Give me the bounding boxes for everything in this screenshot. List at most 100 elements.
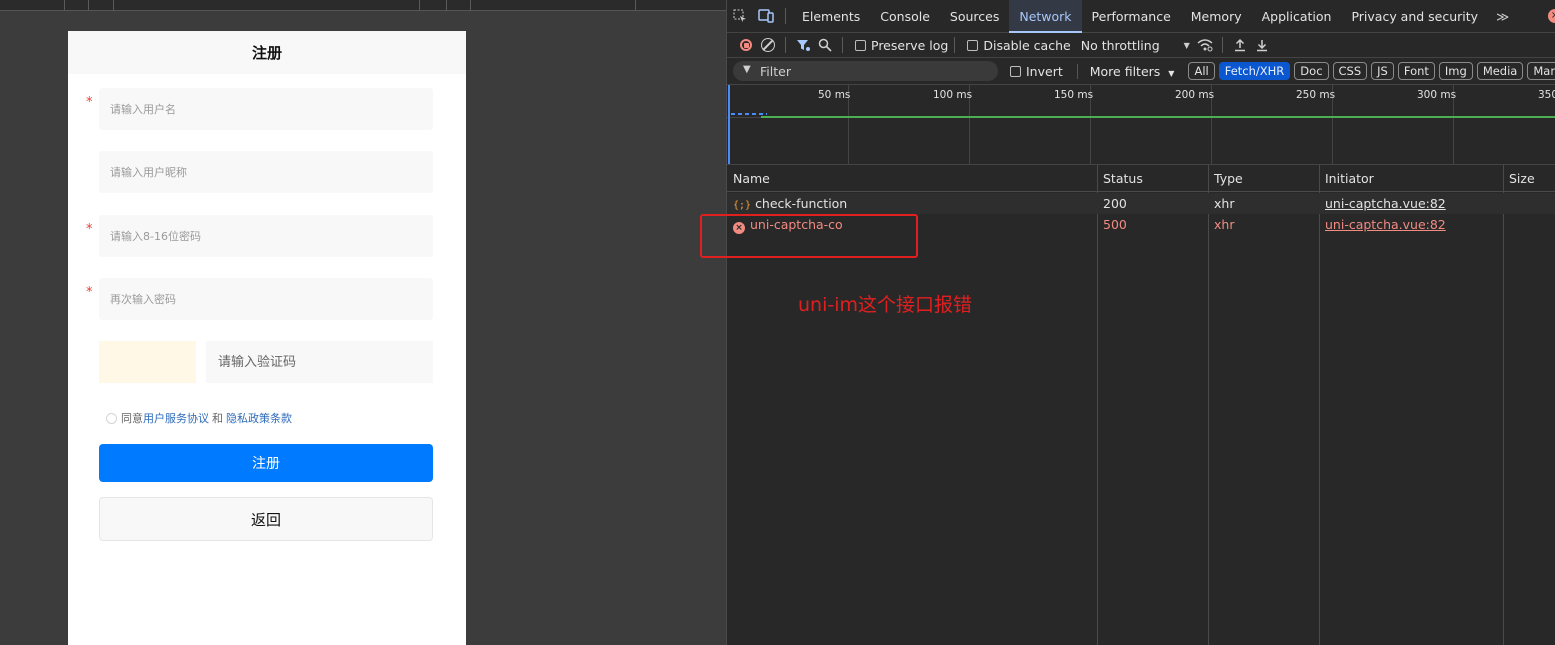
chip-fetch-xhr[interactable]: Fetch/XHR	[1218, 62, 1291, 80]
column-initiator[interactable]: Initiator	[1319, 165, 1374, 192]
terms-link[interactable]: 用户服务协议	[143, 410, 209, 426]
timeline-tick: 150 ms	[1054, 89, 1094, 101]
nickname-field[interactable]	[99, 151, 433, 193]
agree-separator: 和	[212, 412, 223, 425]
request-type: xhr	[1214, 217, 1235, 232]
tab-console[interactable]: Console	[870, 0, 940, 33]
captcha-field[interactable]	[206, 341, 433, 383]
chevron-down-icon: ▼	[1183, 40, 1190, 50]
tab-separator	[785, 8, 786, 24]
chip-img[interactable]: Img	[1438, 62, 1473, 80]
username-input[interactable]	[99, 88, 433, 130]
filter-funnel-icon[interactable]	[792, 38, 814, 52]
timeline-tick: 300 ms	[1417, 89, 1457, 101]
captcha-image[interactable]	[99, 341, 196, 383]
filter-box[interactable]: ▼	[733, 61, 998, 81]
more-filters-dropdown[interactable]: More filters ▼	[1076, 63, 1175, 79]
required-mark-confirm: *	[86, 285, 93, 300]
toolbar-separator	[1221, 37, 1223, 53]
timeline-tick: 50 ms	[818, 89, 851, 101]
chip-media[interactable]: Media	[1476, 62, 1524, 80]
stop-recording-icon[interactable]	[735, 39, 757, 51]
column-status[interactable]: Status	[1097, 165, 1143, 192]
export-har-icon[interactable]	[1251, 38, 1273, 52]
clear-icon[interactable]	[757, 38, 779, 52]
column-divider[interactable]	[1097, 165, 1098, 645]
register-button[interactable]: 注册	[99, 444, 433, 482]
request-type: xhr	[1214, 196, 1235, 211]
mobile-preview: 注册 * * * 同意 用户服务协议 和 隐私政策条款 注册 返回	[68, 31, 466, 645]
throttling-select[interactable]: No throttling ▼	[1081, 38, 1190, 53]
column-divider[interactable]	[1503, 165, 1504, 645]
preserve-log-box[interactable]	[855, 39, 866, 51]
timeline-tick: 200 ms	[1175, 89, 1215, 101]
confirm-password-field[interactable]	[99, 278, 433, 320]
tab-application[interactable]: Application	[1252, 0, 1342, 33]
toolbar-separator	[785, 37, 786, 53]
tab-elements[interactable]: Elements	[792, 0, 870, 33]
invert-checkbox[interactable]: Invert	[1010, 64, 1063, 79]
timeline-overview[interactable]: 50 ms 100 ms 150 ms 200 ms 250 ms 300 ms…	[727, 85, 1555, 165]
filter-icon: ▼	[743, 64, 751, 75]
chip-js[interactable]: JS	[1371, 62, 1394, 80]
request-name: {;} check-function	[727, 193, 847, 214]
import-har-icon[interactable]	[1229, 38, 1251, 52]
preserve-log-checkbox[interactable]: Preserve log	[855, 38, 948, 53]
column-divider[interactable]	[1319, 165, 1320, 645]
inspect-element-icon[interactable]	[727, 0, 753, 33]
request-initiator-link[interactable]: uni-captcha.vue:82	[1319, 193, 1446, 214]
privacy-link[interactable]: 隐私政策条款	[226, 410, 292, 426]
chip-font[interactable]: Font	[1397, 62, 1435, 80]
confirm-password-input[interactable]	[99, 278, 433, 320]
screen: 注册 * * * 同意 用户服务协议 和 隐私政策条款 注册 返回	[0, 0, 1555, 645]
tab-privacy-security[interactable]: Privacy and security	[1341, 0, 1488, 33]
network-conditions-icon[interactable]	[1194, 38, 1216, 52]
timeline-tick: 250 ms	[1296, 89, 1336, 101]
username-field[interactable]	[99, 88, 433, 130]
error-badge-icon[interactable]: ×	[1548, 9, 1555, 23]
column-type[interactable]: Type	[1208, 165, 1243, 192]
page-title: 注册	[68, 31, 466, 74]
search-icon[interactable]	[814, 38, 836, 52]
devtools-tabbar: Elements Console Sources Network Perform…	[727, 0, 1555, 33]
table-row[interactable]: {;} check-function 200 xhr uni-captcha.vu…	[727, 193, 1555, 214]
captcha-input[interactable]	[206, 341, 433, 383]
timeline-cursor[interactable]	[728, 85, 730, 164]
toolbar-separator	[954, 37, 956, 53]
disable-cache-box[interactable]	[967, 39, 979, 51]
chip-css[interactable]: CSS	[1332, 62, 1368, 80]
more-filters-label: More filters	[1089, 63, 1161, 79]
filter-input[interactable]	[733, 61, 998, 81]
invert-label: Invert	[1026, 63, 1063, 79]
more-tabs-icon[interactable]: ≫	[1488, 9, 1517, 24]
password-input[interactable]	[99, 215, 433, 257]
nickname-input[interactable]	[99, 151, 433, 193]
filter-bar: ▼ Invert More filters ▼ All Fetch/XHR Do…	[727, 58, 1555, 85]
disable-cache-label: Disable cache	[983, 37, 1071, 53]
invert-box[interactable]	[1010, 65, 1021, 77]
required-mark-password: *	[86, 222, 93, 237]
timeline-request-bar	[761, 116, 1555, 118]
column-size[interactable]: Size	[1503, 165, 1535, 192]
column-divider[interactable]	[1208, 165, 1209, 645]
password-field[interactable]	[99, 215, 433, 257]
chip-all[interactable]: All	[1188, 62, 1215, 80]
device-toolbar-icon[interactable]	[753, 0, 779, 33]
column-name[interactable]: Name	[727, 165, 770, 192]
tab-sources[interactable]: Sources	[940, 0, 1009, 33]
agree-radio[interactable]	[106, 412, 117, 424]
back-button[interactable]: 返回	[99, 497, 433, 541]
chevron-down-icon: ▼	[1168, 68, 1175, 78]
tab-performance[interactable]: Performance	[1082, 0, 1181, 33]
throttling-value: No throttling	[1080, 37, 1160, 53]
annotation-highlight-box	[700, 214, 918, 258]
agree-prefix: 同意	[121, 412, 143, 425]
chip-manifest[interactable]: Manif	[1527, 62, 1555, 80]
chip-doc[interactable]: Doc	[1294, 62, 1329, 80]
annotation-text: uni-im这个接口报错	[798, 294, 973, 316]
request-initiator-link[interactable]: uni-captcha.vue:82	[1319, 214, 1446, 235]
tab-memory[interactable]: Memory	[1181, 0, 1252, 33]
resource-type-chips: All Fetch/XHR Doc CSS JS Font Img Media …	[1188, 62, 1555, 80]
disable-cache-checkbox[interactable]: Disable cache	[967, 37, 1071, 53]
tab-network[interactable]: Network	[1009, 0, 1082, 33]
